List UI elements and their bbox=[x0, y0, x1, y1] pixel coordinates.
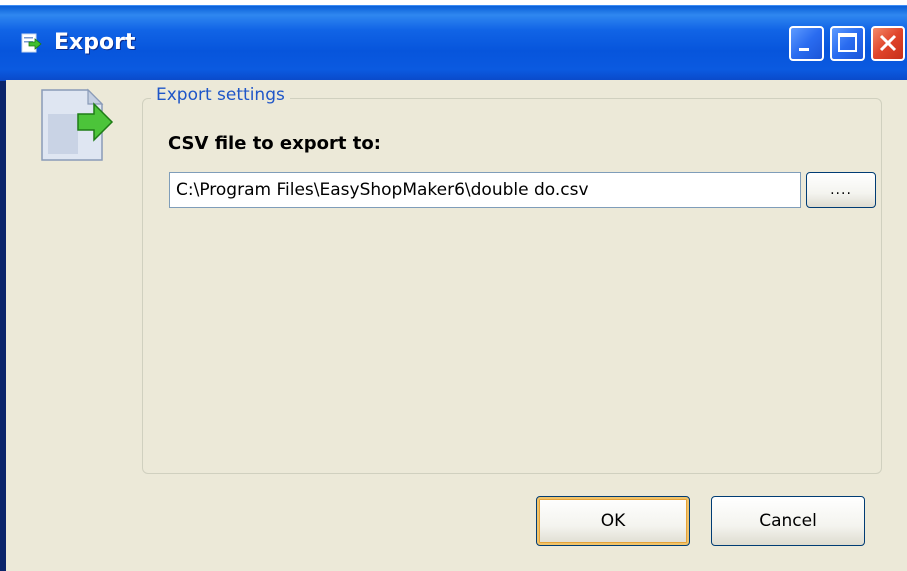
ok-button[interactable]: OK bbox=[536, 496, 690, 546]
minimize-icon bbox=[799, 48, 809, 51]
maximize-icon bbox=[838, 33, 857, 52]
export-settings-group bbox=[142, 98, 882, 474]
csv-file-label: CSV file to export to: bbox=[168, 133, 381, 154]
dialog-body: Export settings CSV file to export to: .… bbox=[6, 80, 907, 571]
close-button[interactable] bbox=[871, 26, 905, 61]
close-icon bbox=[879, 34, 897, 52]
cancel-button[interactable]: Cancel bbox=[711, 496, 865, 546]
export-document-icon bbox=[41, 88, 114, 161]
export-icon bbox=[21, 33, 42, 53]
title-bar[interactable]: Export bbox=[0, 5, 907, 81]
browse-button[interactable]: .... bbox=[806, 172, 876, 208]
window-title: Export bbox=[54, 30, 136, 55]
maximize-button[interactable] bbox=[830, 26, 865, 61]
minimize-button[interactable] bbox=[789, 26, 824, 61]
export-window: Export Export settings CSV file to expor… bbox=[0, 5, 907, 571]
group-legend: Export settings bbox=[151, 85, 290, 105]
csv-path-input[interactable] bbox=[169, 172, 801, 208]
